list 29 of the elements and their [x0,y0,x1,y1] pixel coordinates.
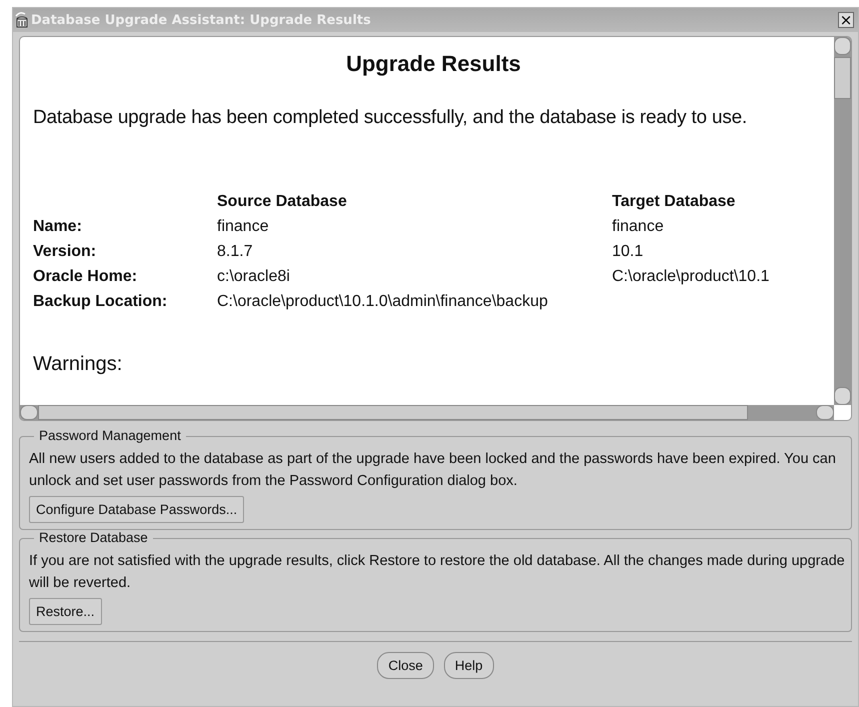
source-value: c:\oracle8i [217,268,291,286]
group-title: Restore Database [34,530,153,545]
close-icon[interactable]: × [838,12,854,28]
group-button[interactable]: Restore... [29,598,102,625]
database-icon [15,12,29,28]
group-description: If you are not satisfied with the upgrade results, click Restore to restore the old database. All the changes made during upgrade will be reverted. [29,552,845,593]
horizontal-scrollbar[interactable] [20,405,834,420]
row-label: Name: [33,218,83,236]
row-label: Backup Location: [33,293,168,311]
target-value: finance [612,218,665,236]
group-title: Password Management [34,428,186,443]
source-value: C:\oracle\product\10.1.0\admin\finance\backup [217,293,549,311]
group-description: All new users added to the database as part of the upgrade have been locked and the passwords have been expired. You can unlock and set user passwords from the Password Configuration dialog box. [29,450,837,491]
group-button[interactable]: Configure Database Passwords... [29,496,244,523]
source-value: 8.1.7 [217,243,254,261]
results-heading: Upgrade Results [345,51,522,77]
success-message: Database upgrade has been completed successfully, and the database is ready to use. [33,107,748,129]
row-label: Oracle Home: [33,268,138,286]
column-header: Source Database [217,193,348,211]
dialog-button[interactable]: Help [444,652,494,679]
vertical-scrollbar[interactable] [834,37,851,405]
target-value: 10.1 [612,243,644,261]
target-value: C:\oracle\product\10.1 [612,268,770,286]
dialog-button[interactable]: Close [377,652,434,679]
column-header: Target Database [612,193,736,211]
warnings-heading: Warnings: [33,353,124,376]
source-value: finance [217,218,270,236]
row-label: Version: [33,243,98,261]
window-title: Database Upgrade Assistant: Upgrade Results [31,12,372,28]
